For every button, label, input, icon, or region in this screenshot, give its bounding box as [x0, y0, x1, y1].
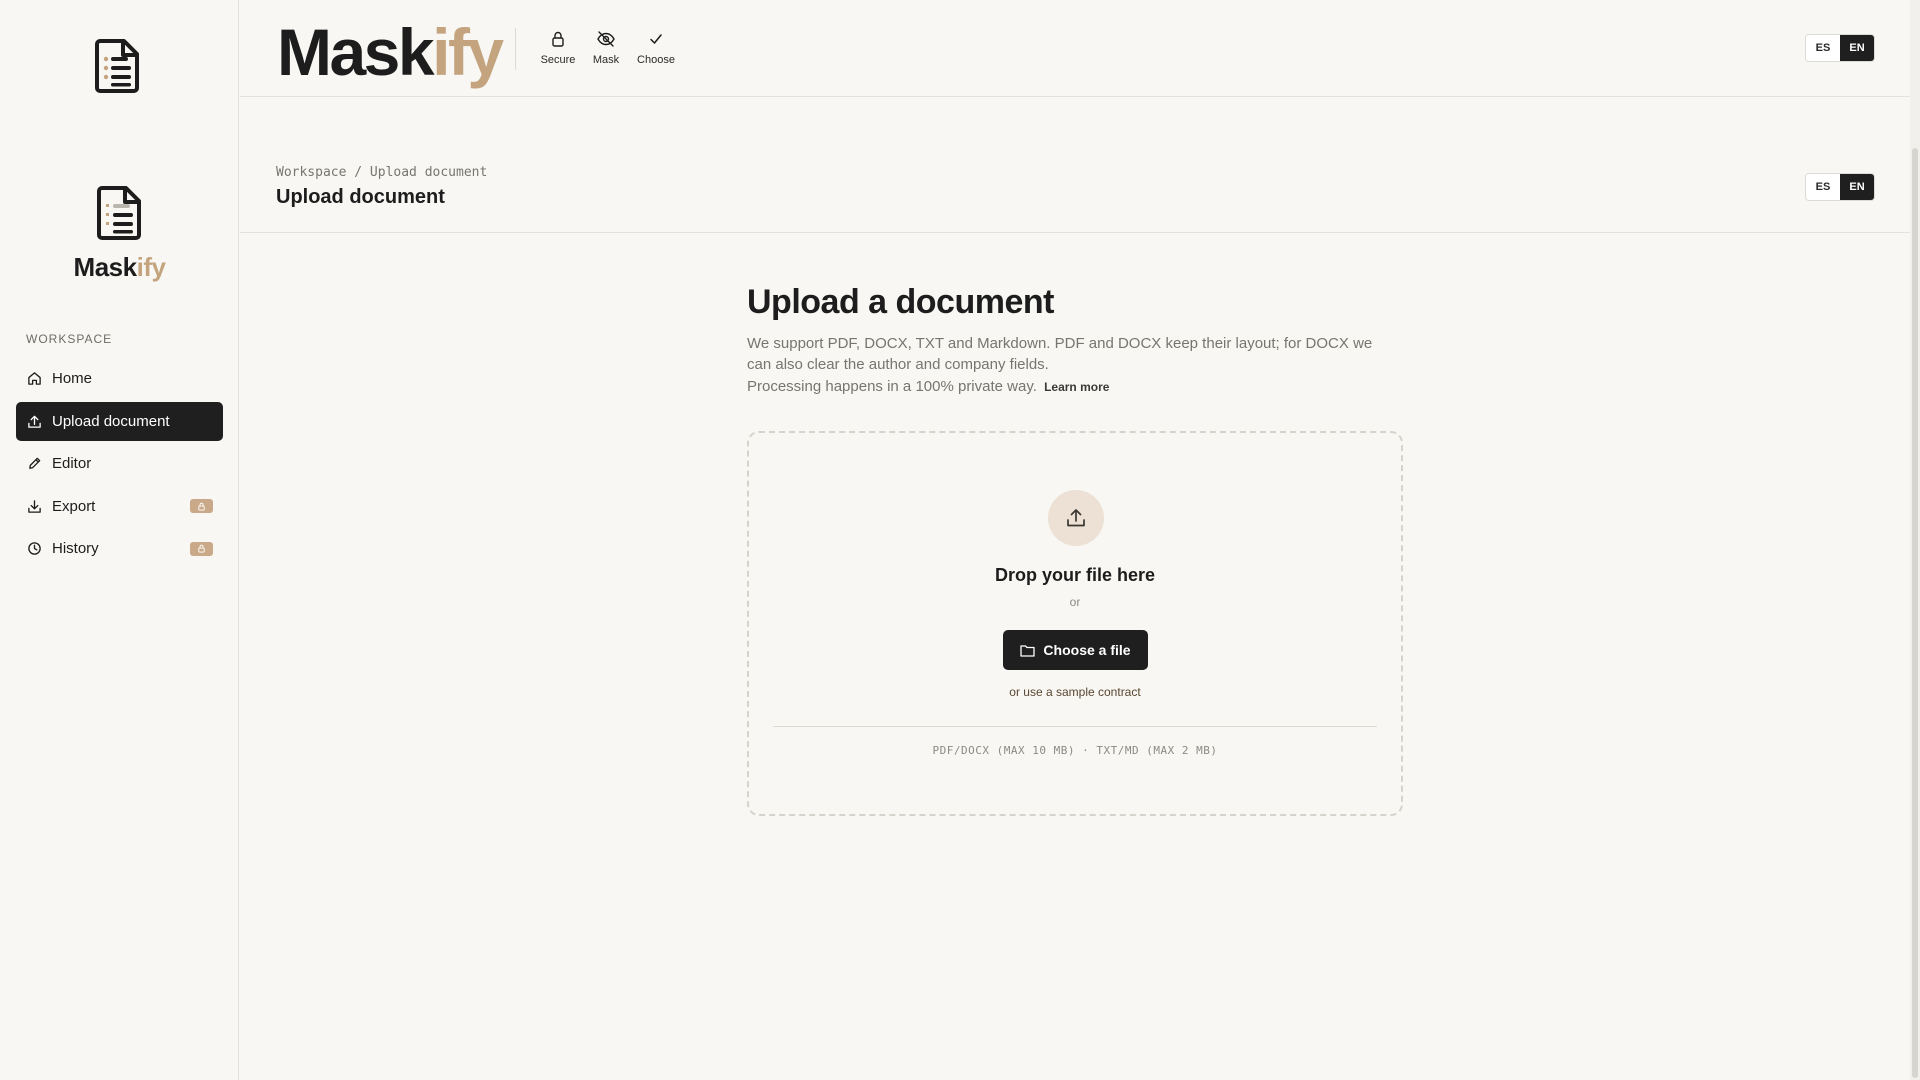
- feature-label: Secure: [540, 54, 576, 66]
- sidebar-brand-name: Maskify: [0, 252, 239, 283]
- home-icon: [26, 371, 42, 387]
- dropzone-divider: [773, 726, 1377, 727]
- privacy-text: Processing happens in a 100% private way…: [747, 378, 1037, 395]
- page-title: Upload document: [276, 186, 445, 208]
- lang-es-button[interactable]: ES: [1806, 35, 1840, 61]
- eye-off-icon: [581, 28, 631, 50]
- brand-suffix: ify: [136, 252, 166, 282]
- sidebar-item-history[interactable]: History: [16, 529, 223, 568]
- upload-icon: [1048, 490, 1104, 546]
- upload-icon: [26, 413, 42, 429]
- sidebar-section-label: WORKSPACE: [26, 332, 113, 346]
- learn-more-link[interactable]: Learn more: [1044, 380, 1109, 394]
- dropzone-title: Drop your file here: [994, 565, 1156, 585]
- check-icon: [631, 28, 681, 50]
- scrollbar[interactable]: [1910, 0, 1920, 1080]
- file-limits: PDF/DOCX (MAX 10 MB) · TXT/MD (MAX 2 MB): [932, 744, 1218, 757]
- feature-secure: Secure: [533, 28, 583, 66]
- language-toggle: ES EN: [1805, 173, 1875, 201]
- feature-label: Mask: [592, 54, 620, 66]
- pencil-icon: [26, 456, 42, 472]
- sidebar-item-home[interactable]: Home: [16, 359, 223, 398]
- document-list-icon: [94, 38, 142, 99]
- logo-prefix: Mask: [277, 15, 435, 89]
- sidebar-item-label: Upload document: [52, 412, 170, 430]
- logo-suffix: ify: [432, 15, 504, 89]
- file-dropzone[interactable]: Drop your file here or Choose a file or …: [747, 431, 1403, 816]
- top-header: Maskify Secure Mask Choose ES EN: [240, 0, 1910, 97]
- choose-file-label: Choose a file: [1043, 642, 1131, 658]
- sidebar-item-export[interactable]: Export: [16, 487, 223, 526]
- download-icon: [26, 498, 42, 514]
- sidebar-brand: Maskify: [0, 185, 239, 283]
- document-list-icon: [96, 185, 144, 246]
- sample-contract-link[interactable]: or use a sample contract: [749, 685, 1401, 699]
- choose-file-button[interactable]: Choose a file: [1003, 630, 1148, 670]
- lock-icon: [190, 499, 213, 513]
- feature-mask: Mask: [581, 28, 631, 66]
- feature-label: Choose: [637, 54, 675, 66]
- language-toggle: ES EN: [1805, 34, 1875, 62]
- sidebar: Maskify WORKSPACE Home Upload document E…: [0, 0, 239, 1080]
- sidebar-item-editor[interactable]: Editor: [16, 444, 223, 483]
- lang-es-button[interactable]: ES: [1806, 174, 1840, 200]
- scrollbar-thumb[interactable]: [1912, 148, 1918, 1078]
- sidebar-item-label: History: [52, 540, 99, 557]
- sidebar-nav: Home Upload document Editor Export Histo…: [16, 359, 223, 572]
- folder-icon: [1020, 644, 1036, 657]
- lock-icon: [190, 541, 213, 556]
- sidebar-item-label: Editor: [52, 455, 92, 472]
- logo: Maskify: [277, 14, 504, 90]
- privacy-note: Processing happens in a 100% private way…: [747, 378, 1109, 395]
- lock-icon: [533, 28, 583, 50]
- brand-prefix: Mask: [73, 252, 138, 282]
- feature-choose: Choose: [631, 28, 681, 66]
- header-divider: [515, 28, 516, 70]
- upload-heading: Upload a document: [747, 283, 1054, 321]
- sidebar-item-label: Export: [52, 497, 96, 515]
- lang-en-button[interactable]: EN: [1840, 35, 1874, 61]
- sidebar-item-label: Home: [52, 370, 93, 387]
- lang-en-button[interactable]: EN: [1840, 174, 1874, 200]
- dropzone-or: or: [1069, 595, 1081, 609]
- breadcrumb: Workspace / Upload document: [276, 165, 488, 180]
- upload-description: We support PDF, DOCX, TXT and Markdown. …: [747, 335, 1373, 373]
- clock-icon: [26, 541, 42, 557]
- sidebar-item-upload-document[interactable]: Upload document: [16, 401, 223, 441]
- page-header: Workspace / Upload document Upload docum…: [240, 98, 1910, 233]
